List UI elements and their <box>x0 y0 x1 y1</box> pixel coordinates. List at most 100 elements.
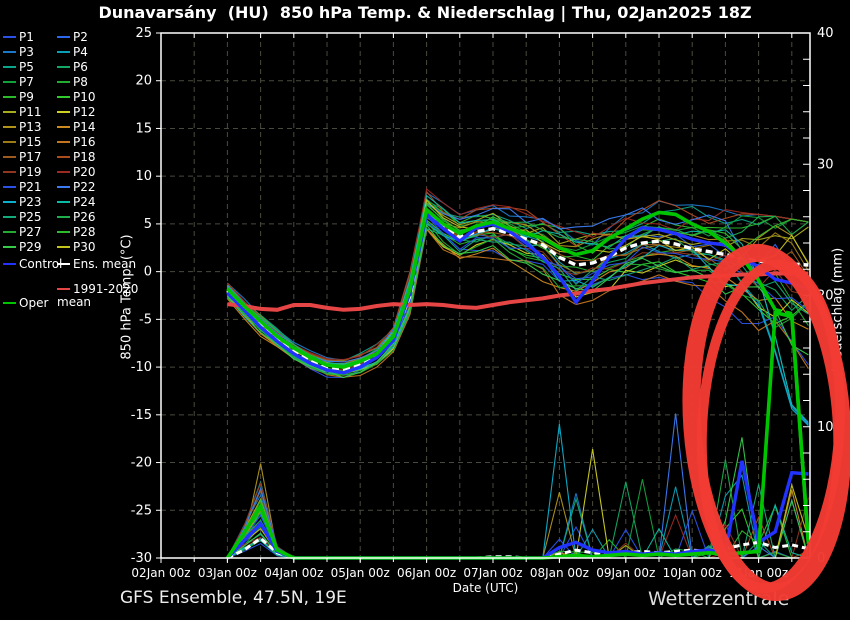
legend-item-control-label: Control <box>19 257 62 271</box>
legend-item-p13-label: P13 <box>19 120 42 134</box>
legend-item-oper: Oper <box>3 297 48 310</box>
legend-item-p12-label: P12 <box>73 105 96 119</box>
precip-line-P2 <box>227 482 808 558</box>
x-tick-label: 09Jan 00z <box>596 566 655 580</box>
legend-item-p15-label: P15 <box>19 135 42 149</box>
legend-item-p7-label: P7 <box>19 75 34 89</box>
x-tick-label: 08Jan 00z <box>530 566 589 580</box>
legend-item-p19-label: P19 <box>19 165 42 179</box>
legend-item-p27: P27 <box>3 226 42 239</box>
legend-item-p8-label: P8 <box>73 75 88 89</box>
model-info-text: GFS Ensemble, 47.5N, 19E <box>120 588 347 608</box>
precip-line-P14 <box>227 490 808 558</box>
legend-item-p11: P11 <box>3 106 42 119</box>
x-tick-label: 02Jan 00z <box>131 566 190 580</box>
temp-line-P30 <box>227 200 808 369</box>
legend-item-p3-swatch <box>3 51 16 53</box>
precip-line-P29 <box>227 437 808 558</box>
legend-item-p3-label: P3 <box>19 45 34 59</box>
legend-item-p20-swatch <box>57 171 70 173</box>
legend-item-p10-label: P10 <box>73 90 96 104</box>
legend-item-p22-label: P22 <box>73 180 96 194</box>
legend-item-p22-swatch <box>57 186 70 188</box>
precip-line-P25 <box>227 485 808 559</box>
legend-item-p6-label: P6 <box>73 60 88 74</box>
legend-item-p2-swatch <box>57 36 70 38</box>
precip-line-P4 <box>227 475 808 558</box>
y-right-tick-label: 0 <box>817 551 825 566</box>
precip-line-P6 <box>227 482 808 558</box>
legend-item-control: Control <box>3 258 62 271</box>
precip-line-P12 <box>227 449 808 558</box>
precip-line-P9 <box>227 489 808 558</box>
legend-item-p28: P28 <box>57 226 96 239</box>
legend-item-p29-swatch <box>3 246 16 248</box>
precip-line-P23 <box>227 424 808 558</box>
legend-item-p22: P22 <box>57 181 96 194</box>
legend-item-p9: P9 <box>3 91 34 104</box>
legend-item-p17-label: P17 <box>19 150 42 164</box>
legend-item-p20-label: P20 <box>73 165 96 179</box>
legend-item-p25: P25 <box>3 211 42 224</box>
legend-item-p12: P12 <box>57 106 96 119</box>
legend-item-p11-label: P11 <box>19 105 42 119</box>
legend-item-p25-label: P25 <box>19 210 42 224</box>
legend-item-p5-swatch <box>3 66 16 68</box>
watermark-text: Wetterzentrale <box>648 588 789 610</box>
legend-item-p26: P26 <box>57 211 96 224</box>
x-tick-label: 06Jan 00z <box>397 566 456 580</box>
legend-item-p7-swatch <box>3 81 16 83</box>
y-right-tick-label: 10 <box>817 420 834 435</box>
precip-line-P3 <box>227 493 808 558</box>
oper-precip-line <box>227 313 808 558</box>
legend-item-p6-swatch <box>57 66 70 68</box>
legend-item-p19-swatch <box>3 171 16 173</box>
x-tick-label: 05Jan 00z <box>331 566 390 580</box>
y-axis-left-label: 850 hPa Temp. (°C) <box>120 234 135 359</box>
y-axis-right-label: Niederschlag (mm) <box>831 248 846 373</box>
y-left-tick-label: -10 <box>131 360 152 375</box>
plot-frame <box>161 33 810 558</box>
legend-item-p26-swatch <box>57 216 70 218</box>
x-tick-label: 04Jan 00z <box>264 566 323 580</box>
legend-item-p6: P6 <box>57 61 88 74</box>
legend-item-p5-label: P5 <box>19 60 34 74</box>
legend-item-p13-swatch <box>3 126 16 128</box>
legend-item-p19: P19 <box>3 166 42 179</box>
legend-item-p13: P13 <box>3 121 42 134</box>
legend-item-p3: P3 <box>3 46 34 59</box>
precip-line-P19 <box>227 484 808 558</box>
legend-item-p10: P10 <box>57 91 96 104</box>
legend-item-p25-swatch <box>3 216 16 218</box>
legend-item-p8: P8 <box>57 76 88 89</box>
y-left-tick-label: -15 <box>131 408 152 423</box>
legend-item-p21-swatch <box>3 186 16 188</box>
precip-line-P11 <box>227 499 808 558</box>
legend-item-p23: P23 <box>3 196 42 209</box>
legend-item-p11-swatch <box>3 111 16 113</box>
legend-item-p16: P16 <box>57 136 96 149</box>
legend-item-p4-label: P4 <box>73 45 88 59</box>
legend-item-p4-swatch <box>57 51 70 53</box>
legend-item-p29-label: P29 <box>19 240 42 254</box>
y-left-tick-label: -25 <box>131 503 152 518</box>
legend-item-p9-label: P9 <box>19 90 34 104</box>
y-right-tick-label: 40 <box>817 26 834 41</box>
legend-item-p27-label: P27 <box>19 225 42 239</box>
legend-item-p21: P21 <box>3 181 42 194</box>
legend-item-p30-label: P30 <box>73 240 96 254</box>
legend-item-p7: P7 <box>3 76 34 89</box>
legend-item-p16-label: P16 <box>73 135 96 149</box>
legend-item-p16-swatch <box>57 141 70 143</box>
legend-item-p4: P4 <box>57 46 88 59</box>
legend-item-p2-label: P2 <box>73 30 88 44</box>
legend-item-p15-swatch <box>3 141 16 143</box>
x-tick-label: 10Jan 00z <box>663 566 722 580</box>
legend-item-p17-swatch <box>3 156 16 158</box>
y-left-tick-label: -30 <box>131 551 152 566</box>
x-tick-label: 07Jan 00z <box>463 566 522 580</box>
precip-line-P30 <box>227 485 808 558</box>
legend-item-control-swatch <box>3 263 16 265</box>
legend-item-p15: P15 <box>3 136 42 149</box>
legend-item-p14-swatch <box>57 126 70 128</box>
